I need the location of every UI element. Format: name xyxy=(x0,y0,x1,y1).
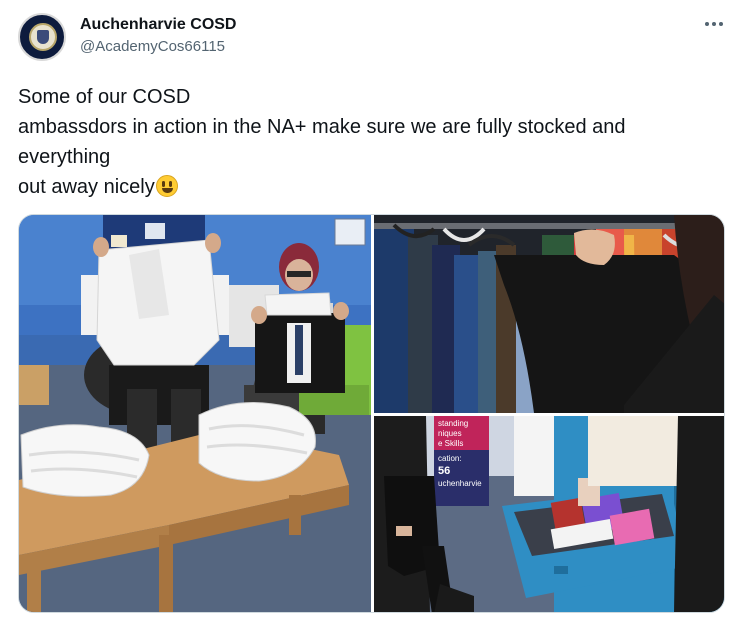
user-handle[interactable]: @AcademyCos66115 xyxy=(80,37,236,57)
author-names: Auchenharvie COSD @AcademyCos66115 xyxy=(80,15,236,57)
school-crest-icon xyxy=(29,23,57,51)
banner-line: 56 xyxy=(438,465,450,477)
banner-line: e Skills xyxy=(438,439,463,448)
tweet-line: everything xyxy=(18,146,111,168)
tweet-header: Auchenharvie COSD @AcademyCos66115 xyxy=(18,10,730,62)
photo-clothes-rail-image xyxy=(374,215,724,413)
profile-avatar[interactable] xyxy=(18,13,66,61)
photo-classroom[interactable] xyxy=(19,215,371,612)
tweet-line: ambassdors in action in the NA+ make sur… xyxy=(18,116,626,138)
grinning-face-icon xyxy=(155,175,178,197)
photo-clothes-rail[interactable] xyxy=(374,215,724,413)
tweet-line: out away nicely xyxy=(18,172,718,202)
banner-line: cation: xyxy=(438,454,462,463)
photo-supply-drawer[interactable]: standing niques e Skills cation: 56 uche… xyxy=(374,416,724,612)
display-name[interactable]: Auchenharvie COSD xyxy=(80,15,236,35)
banner-line: niques xyxy=(438,429,462,438)
more-options-button[interactable] xyxy=(700,12,728,36)
banner-line: uchenharvie xyxy=(438,479,482,488)
media-grid: standing niques e Skills cation: 56 uche… xyxy=(18,214,725,613)
photo-supply-drawer-image: standing niques e Skills cation: 56 uche… xyxy=(374,416,724,612)
photo-classroom-image xyxy=(19,215,371,612)
banner-line: standing xyxy=(438,419,468,428)
tweet-line: Some of our COSD xyxy=(18,86,191,108)
more-options-icon xyxy=(705,22,709,26)
tweet-text: Some of our COSD ambassdors in action in… xyxy=(18,82,718,202)
